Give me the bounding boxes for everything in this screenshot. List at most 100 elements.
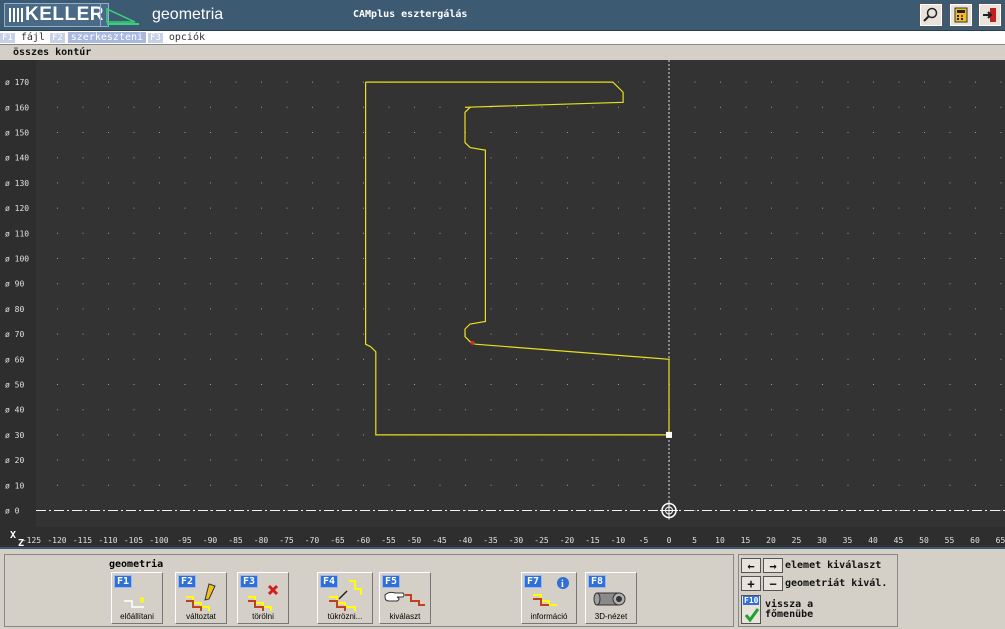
- f10-return-row[interactable]: F10 vissza a főmenübe: [741, 595, 813, 624]
- x-tick-label: 25: [792, 536, 802, 545]
- x-tick-label: -25: [534, 536, 549, 545]
- select-hand-icon: [384, 591, 425, 606]
- exit-button[interactable]: [978, 3, 1002, 27]
- f10-key: F10: [743, 596, 760, 605]
- x-tick-label: 15: [741, 536, 751, 545]
- panel-title: geometria: [109, 559, 164, 570]
- x-tick-label: 30: [817, 536, 827, 545]
- y-tick-label: ø 120: [5, 204, 29, 213]
- f1-caption: előállítani: [120, 612, 154, 621]
- y-tick-label: ø 20: [5, 456, 24, 465]
- x-tick-label: 55: [945, 536, 955, 545]
- prev-element-button[interactable]: ←: [741, 558, 761, 573]
- part-contour: [365, 81, 670, 436]
- y-tick-label: ø 130: [5, 179, 29, 188]
- x-tick-label: -90: [203, 536, 218, 545]
- f7-info-button[interactable]: F7 i információ: [521, 572, 577, 624]
- minus-icon: −: [769, 576, 777, 591]
- logo-mark-icon: [9, 8, 23, 22]
- y-tick-label: ø 10: [5, 481, 24, 490]
- next-element-button[interactable]: →: [763, 558, 783, 573]
- checkmark-icon: [744, 608, 760, 623]
- x-tick-label: 45: [894, 536, 904, 545]
- prev-geometry-button[interactable]: −: [763, 576, 783, 591]
- navigation-panel: ← → elemet kiválaszt + − geometriát kivá…: [738, 554, 898, 627]
- menu-edit[interactable]: F2 szerkeszteni: [49, 31, 147, 44]
- x-tick-label: -85: [228, 536, 243, 545]
- x-tick-label: -40: [458, 536, 473, 545]
- geometry-select-row: + − geometriát kivál.: [741, 576, 887, 591]
- f2-edit-button[interactable]: F2 változtat: [175, 572, 227, 624]
- drawing-canvas[interactable]: ø 170 ø 160 ø 150 ø 140 ø 130 ø 120 ø 110 ø 100…: [0, 60, 1005, 547]
- edit-pencil-icon: [186, 583, 216, 611]
- x-tick-label: 60: [970, 536, 980, 545]
- delete-x-icon: [248, 584, 279, 611]
- f8-3d-view-button[interactable]: F8 3D-nézet: [585, 572, 637, 624]
- y-tick-label: ø 30: [5, 431, 24, 440]
- element-select-label: elemet kiválaszt: [785, 560, 882, 571]
- x-tick-label: -10: [611, 536, 626, 545]
- x-tick-label: -15: [585, 536, 600, 545]
- y-tick-label: ø 150: [5, 129, 29, 138]
- f5-select-button[interactable]: F5 kiválaszt: [379, 572, 431, 624]
- y-tick-label: ø 50: [5, 381, 24, 390]
- x-tick-label: -50: [407, 536, 422, 545]
- geometry-select-label: geometriát kivál.: [785, 578, 888, 589]
- element-select-row: ← → elemet kiválaszt: [741, 558, 881, 573]
- f1-key: F1: [114, 575, 133, 588]
- app-name: geometria: [152, 6, 224, 23]
- menu-file-label: fájl: [20, 32, 45, 43]
- x-tick-label: 0: [667, 536, 672, 545]
- f3-caption: törölni: [252, 612, 274, 621]
- menu-options-label: opciók: [168, 32, 205, 43]
- x-axis-label: Z: [18, 538, 24, 547]
- generate-icon: [124, 597, 145, 608]
- x-tick-label: 5: [692, 536, 697, 545]
- y-axis-label: X: [10, 530, 16, 541]
- geometry-triangle-icon: [100, 3, 142, 27]
- arrow-left-icon: ←: [747, 558, 755, 573]
- menu-edit-label: szerkeszteni: [67, 32, 147, 43]
- x-tick-label: 65: [996, 536, 1005, 545]
- f10-return-button[interactable]: F10: [741, 595, 761, 624]
- x-tick-label: 10: [715, 536, 725, 545]
- f4-caption: tükrözni...: [327, 612, 363, 621]
- exit-icon: [983, 8, 996, 22]
- zoom-button[interactable]: [919, 3, 943, 27]
- title-bar: KELLER geometria CAMplus esztergálás: [0, 0, 1005, 31]
- menu-bar: F1 fájl F2 szerkeszteni F3 opciók: [0, 31, 1005, 45]
- x-tick-label: -125: [22, 536, 41, 545]
- menu-file-key: F1: [0, 32, 15, 43]
- f3-delete-button[interactable]: F3 törölni: [237, 572, 289, 624]
- x-tick-label: -105: [124, 536, 143, 545]
- menu-edit-key: F2: [49, 32, 65, 43]
- x-tick-label: -110: [98, 536, 117, 545]
- f5-caption: kiválaszt: [389, 612, 421, 621]
- 3d-view-icon: [593, 592, 626, 606]
- calculator-button[interactable]: [949, 3, 973, 27]
- x-tick-label: 40: [868, 536, 878, 545]
- x-tick-label: -5: [639, 536, 649, 545]
- f4-mirror-button[interactable]: F4 tükrözni...: [317, 572, 373, 624]
- x-tick-label: -120: [47, 536, 66, 545]
- y-tick-label: ø 100: [5, 255, 29, 264]
- canvas-svg: ø 170ø 160ø 150ø 140ø 130ø 120ø 110ø 100…: [0, 60, 1005, 547]
- x-tick-label: -100: [149, 536, 168, 545]
- end-point-marker: [666, 431, 672, 438]
- start-point-marker: [470, 340, 475, 345]
- y-tick-label: ø 110: [5, 229, 29, 238]
- y-tick-label: ø 80: [5, 305, 24, 314]
- info-icon: i: [533, 577, 569, 606]
- f2-caption: változtat: [186, 612, 216, 621]
- f10-label-line2: főmenübe: [765, 608, 814, 620]
- x-tick-label: -45: [432, 536, 447, 545]
- x-tick-label: -70: [305, 536, 320, 545]
- menu-options[interactable]: F3 opciók: [148, 31, 208, 44]
- next-geometry-button[interactable]: +: [741, 576, 761, 591]
- calculator-icon: [954, 7, 968, 23]
- menu-file[interactable]: F1 fájl: [0, 31, 48, 44]
- y-tick-label: ø 60: [5, 355, 24, 364]
- magnifier-icon: [923, 7, 938, 22]
- x-tick-label: 20: [766, 536, 776, 545]
- f1-generate-button[interactable]: F1 előállítani: [111, 572, 163, 624]
